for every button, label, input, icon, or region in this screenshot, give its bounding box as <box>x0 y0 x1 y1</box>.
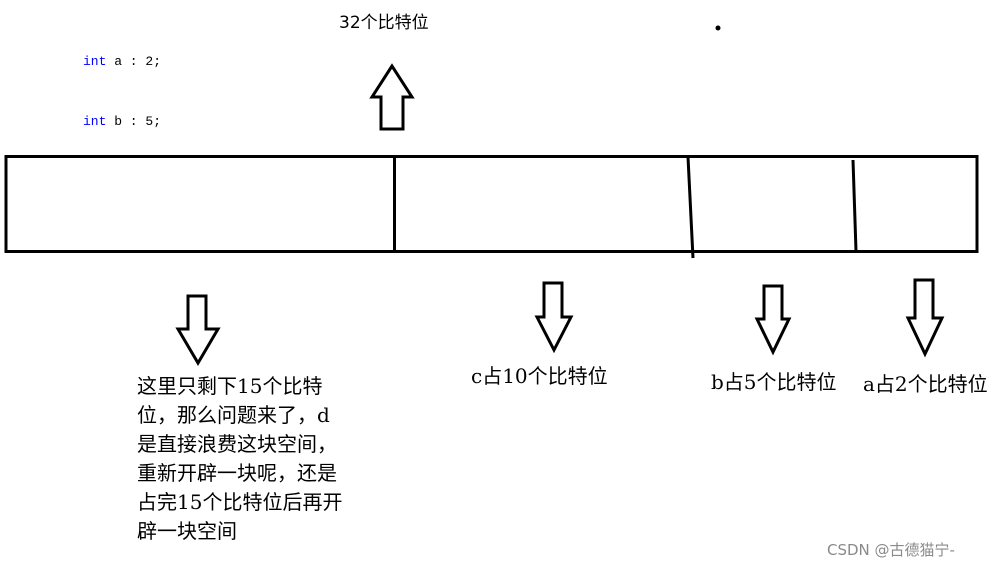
segment-label-a: a占2个比特位 <box>863 372 988 396</box>
down-arrow-icon <box>175 294 221 366</box>
watermark: CSDN @古德猫宁- <box>827 541 955 559</box>
note-line: 占完15个比特位后再开 <box>137 490 343 514</box>
note-line: 是直接浪费这块空间， <box>137 432 337 456</box>
note-line: 位，那么问题来了，d <box>137 403 330 427</box>
segment-label-b: b占5个比特位 <box>711 370 837 394</box>
diagram-canvas: int a : 2; int b : 5; int c : 10; int d … <box>0 0 994 568</box>
note-line: 重新开辟一块呢，还是 <box>137 461 337 485</box>
stray-dot <box>715 25 721 31</box>
explanation-note: 这里只剩下15个比特 位，那么问题来了，d 是直接浪费这块空间， 重新开辟一块呢… <box>137 372 382 546</box>
note-line: 辟一块空间 <box>137 519 237 543</box>
note-line: 这里只剩下15个比特 <box>137 374 323 398</box>
segment-label-c: c占10个比特位 <box>471 364 608 388</box>
down-arrow-icon <box>534 281 574 354</box>
down-arrow-icon <box>905 278 945 358</box>
down-arrow-icon <box>754 284 792 356</box>
memory-box <box>4 155 979 253</box>
up-arrow-icon <box>369 63 415 131</box>
